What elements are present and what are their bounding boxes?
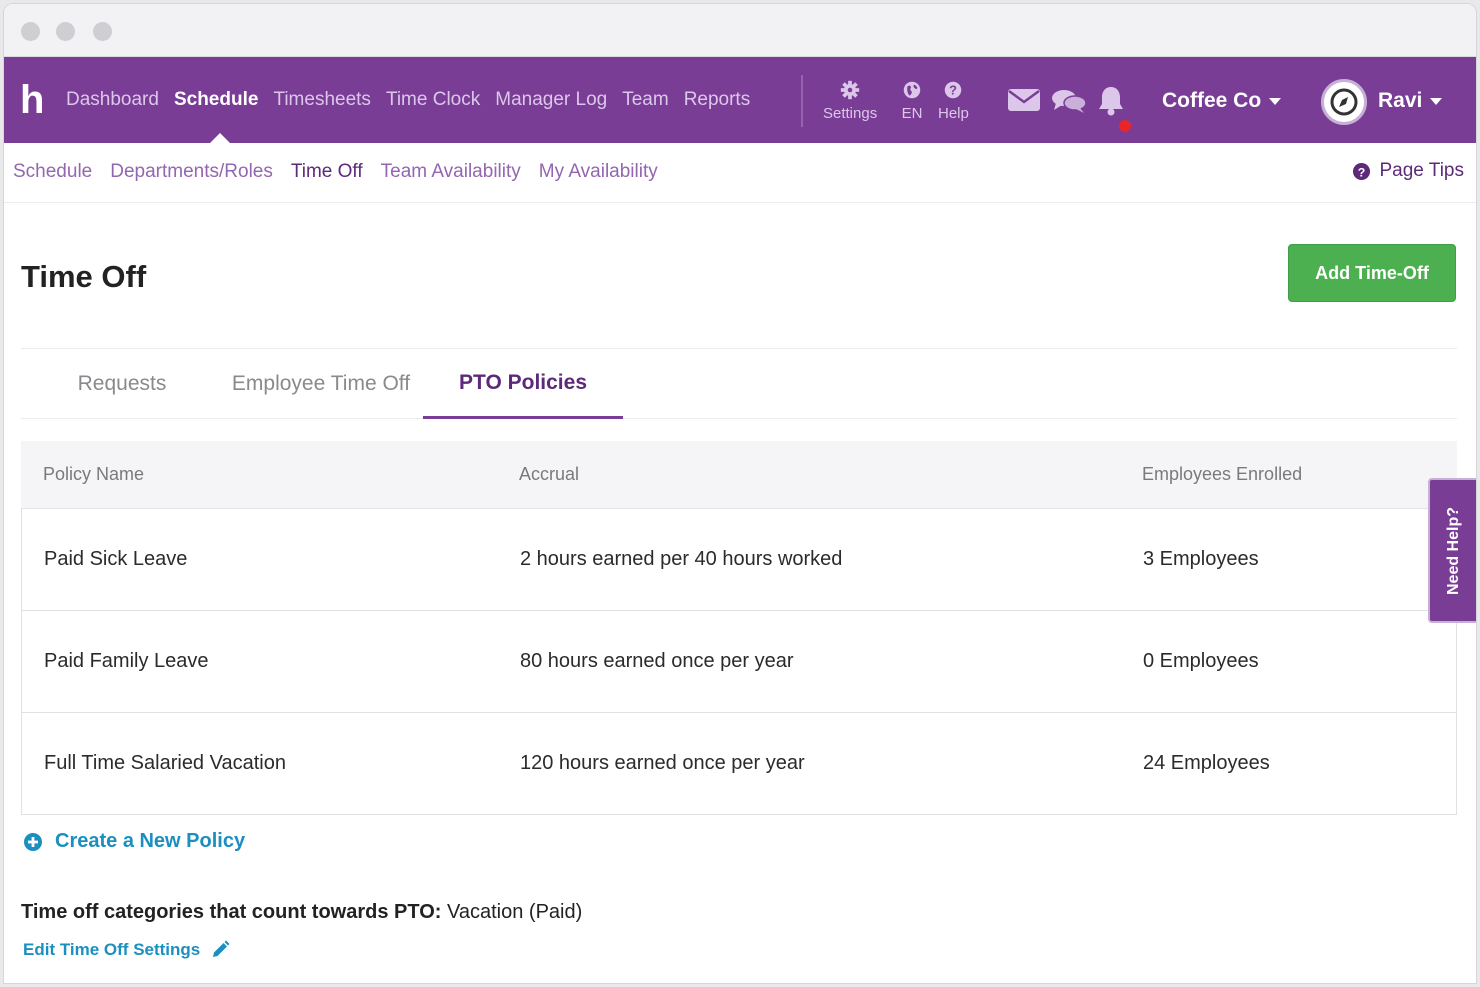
user-menu[interactable]: Ravi bbox=[1378, 89, 1443, 113]
question-circle-icon: ? bbox=[1352, 162, 1370, 180]
subnav-my-availability[interactable]: My Availability bbox=[539, 161, 658, 183]
chevron-down-icon bbox=[1269, 97, 1282, 105]
plus-circle-icon bbox=[24, 832, 42, 851]
accrual-cell: 120 hours earned once per year bbox=[520, 751, 805, 774]
subnav-departments-roles[interactable]: Departments/Roles bbox=[110, 161, 273, 183]
language-label: EN bbox=[901, 105, 923, 122]
table-header: Policy Name Accrual Employees Enrolled bbox=[21, 441, 1457, 509]
page-tips-link[interactable]: ? Page Tips bbox=[1352, 160, 1465, 182]
add-time-off-button[interactable]: Add Time-Off bbox=[1288, 244, 1456, 302]
help-label: Help bbox=[938, 105, 969, 122]
window-minimize-button[interactable] bbox=[56, 22, 75, 41]
employees-enrolled-cell: 3 Employees bbox=[1143, 547, 1259, 570]
edit-time-off-settings-link[interactable]: Edit Time Off Settings bbox=[23, 940, 230, 960]
pto-policies-table: Policy Name Accrual Employees Enrolled P… bbox=[21, 441, 1457, 815]
column-header-accrual[interactable]: Accrual bbox=[519, 464, 579, 485]
nav-time-clock[interactable]: Time Clock bbox=[386, 89, 480, 111]
globe-icon bbox=[903, 81, 921, 99]
page-tips-label: Page Tips bbox=[1379, 160, 1465, 181]
main-nav: Dashboard Schedule Timesheets Time Clock… bbox=[66, 89, 765, 111]
column-header-policy-name[interactable]: Policy Name bbox=[43, 464, 144, 485]
nav-reports[interactable]: Reports bbox=[684, 89, 751, 111]
app-window: h Dashboard Schedule Timesheets Time Clo… bbox=[3, 3, 1477, 984]
user-name: Ravi bbox=[1378, 89, 1423, 112]
pto-categories-value: Vacation (Paid) bbox=[447, 901, 583, 923]
create-new-policy-label: Create a New Policy bbox=[55, 830, 246, 852]
svg-text:?: ? bbox=[950, 83, 958, 98]
page-title: Time Off bbox=[21, 259, 147, 294]
company-switcher[interactable]: Coffee Co bbox=[1162, 89, 1282, 113]
compass-icon bbox=[1330, 88, 1358, 116]
accrual-cell: 80 hours earned once per year bbox=[520, 649, 794, 672]
need-help-label: Need Help? bbox=[1445, 506, 1463, 595]
settings-label: Settings bbox=[823, 105, 878, 122]
need-help-tab[interactable]: Need Help? bbox=[1428, 478, 1476, 623]
app-logo[interactable]: h bbox=[20, 77, 44, 123]
window-close-button[interactable] bbox=[21, 22, 40, 41]
pto-categories-summary: Time off categories that count towards P… bbox=[21, 901, 582, 924]
bell-icon[interactable] bbox=[1097, 85, 1125, 117]
avatar[interactable] bbox=[1321, 79, 1367, 125]
nav-divider bbox=[801, 75, 803, 127]
employees-enrolled-cell: 0 Employees bbox=[1143, 649, 1259, 672]
top-navigation-bar: h Dashboard Schedule Timesheets Time Clo… bbox=[4, 57, 1476, 143]
pto-categories-label: Time off categories that count towards P… bbox=[21, 901, 442, 923]
time-off-tabs: Requests Employee Time Off PTO Policies bbox=[21, 348, 1457, 419]
policy-name-cell[interactable]: Paid Family Leave bbox=[44, 611, 209, 711]
language-button[interactable]: EN bbox=[901, 79, 923, 122]
nav-dashboard[interactable]: Dashboard bbox=[66, 89, 159, 111]
table-row[interactable]: Paid Sick Leave 2 hours earned per 40 ho… bbox=[21, 509, 1457, 611]
create-new-policy-link[interactable]: Create a New Policy bbox=[23, 830, 245, 853]
accrual-cell: 2 hours earned per 40 hours worked bbox=[520, 547, 843, 570]
help-icon: ? bbox=[945, 81, 962, 99]
notification-badge bbox=[1119, 120, 1131, 132]
table-row[interactable]: Paid Family Leave 80 hours earned once p… bbox=[21, 611, 1457, 713]
tab-requests[interactable]: Requests bbox=[57, 349, 187, 419]
policy-name-cell[interactable]: Paid Sick Leave bbox=[44, 509, 187, 609]
chat-bubbles-icon[interactable] bbox=[1051, 88, 1087, 114]
employees-enrolled-cell: 24 Employees bbox=[1143, 751, 1270, 774]
window-maximize-button[interactable] bbox=[93, 22, 112, 41]
policy-name-cell[interactable]: Full Time Salaried Vacation bbox=[44, 713, 286, 813]
subnav-schedule[interactable]: Schedule bbox=[13, 161, 92, 183]
active-nav-indicator bbox=[210, 133, 230, 143]
nav-schedule[interactable]: Schedule bbox=[174, 89, 258, 111]
tab-pto-policies[interactable]: PTO Policies bbox=[423, 349, 623, 419]
gear-icon bbox=[840, 80, 860, 100]
help-button[interactable]: ? Help bbox=[938, 79, 969, 122]
subnav-team-availability[interactable]: Team Availability bbox=[381, 161, 521, 183]
column-header-employees-enrolled[interactable]: Employees Enrolled bbox=[1142, 464, 1302, 485]
company-name: Coffee Co bbox=[1162, 89, 1262, 112]
nav-team[interactable]: Team bbox=[622, 89, 668, 111]
settings-button[interactable]: Settings bbox=[823, 79, 877, 122]
sub-navigation: Schedule Departments/Roles Time Off Team… bbox=[4, 143, 1476, 203]
subnav-time-off[interactable]: Time Off bbox=[291, 161, 363, 183]
envelope-icon[interactable] bbox=[1007, 87, 1041, 113]
svg-text:?: ? bbox=[1357, 165, 1365, 179]
window-chrome bbox=[4, 4, 1476, 57]
edit-time-off-settings-label: Edit Time Off Settings bbox=[23, 940, 201, 959]
nav-timesheets[interactable]: Timesheets bbox=[273, 89, 371, 111]
pencil-icon bbox=[213, 940, 230, 957]
tab-employee-time-off[interactable]: Employee Time Off bbox=[221, 349, 421, 419]
table-row[interactable]: Full Time Salaried Vacation 120 hours ea… bbox=[21, 713, 1457, 815]
nav-manager-log[interactable]: Manager Log bbox=[495, 89, 607, 111]
chevron-down-icon bbox=[1430, 97, 1443, 105]
